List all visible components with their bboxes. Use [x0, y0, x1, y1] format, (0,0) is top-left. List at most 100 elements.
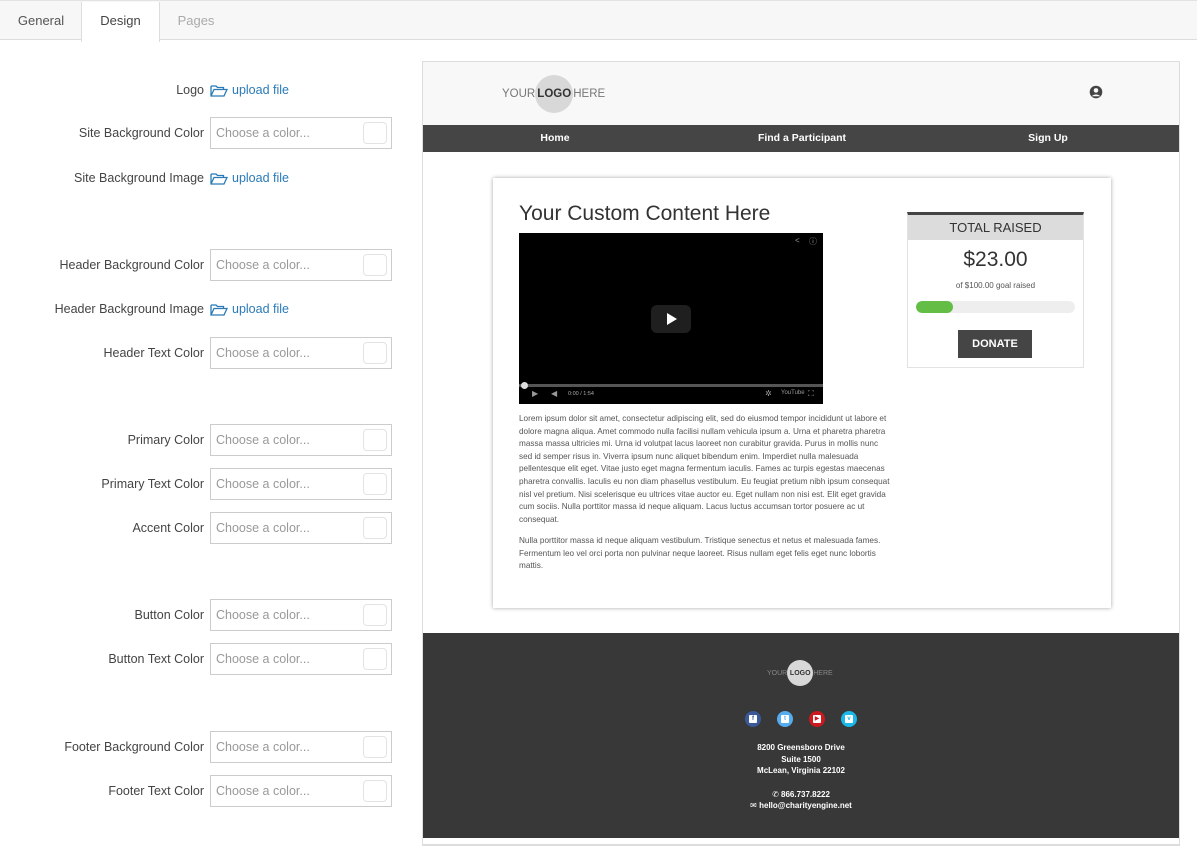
- preview-bottom-border: [422, 845, 1180, 846]
- primary-color-input[interactable]: [211, 425, 359, 455]
- header-bg-image-upload-link[interactable]: upload file: [210, 293, 289, 325]
- play-button[interactable]: [651, 305, 691, 333]
- accent-color-picker: [210, 512, 392, 544]
- header-bg-color-swatch[interactable]: [363, 254, 387, 276]
- footer-phone[interactable]: ✆ 866.737.8222: [423, 790, 1179, 799]
- button-text-color-input[interactable]: [211, 644, 359, 674]
- site-preview: YOUR LOGO HERE Home Find a Participant S…: [422, 61, 1180, 845]
- tab-bar: General Design Pages: [0, 0, 1197, 42]
- vimeo-icon[interactable]: v: [841, 711, 857, 727]
- primary-text-color-picker: [210, 468, 392, 500]
- preview-header: YOUR LOGO HERE: [423, 62, 1179, 125]
- header-bg-color-input[interactable]: [211, 250, 359, 280]
- play-icon[interactable]: ▶: [532, 389, 538, 398]
- header-text-color-row: Header Text Color: [0, 337, 400, 369]
- logo-label: Logo: [176, 83, 204, 97]
- logo-text-center: LOGO: [537, 88, 572, 100]
- header-bg-image-row: Header Background Image upload file: [0, 293, 400, 325]
- footer-bg-color-row: Footer Background Color: [0, 731, 400, 763]
- footer-text-color-label: Footer Text Color: [108, 784, 204, 798]
- logo-text-left: YOUR: [502, 88, 536, 100]
- tab-general[interactable]: General: [0, 2, 82, 41]
- volume-icon[interactable]: ◀: [551, 389, 557, 398]
- header-bg-image-upload-label: upload file: [232, 302, 289, 316]
- footer-text-color-swatch[interactable]: [363, 780, 387, 802]
- accent-color-label: Accent Color: [132, 521, 204, 535]
- donate-button[interactable]: DONATE: [958, 330, 1032, 358]
- header-text-color-picker: [210, 337, 392, 369]
- header-text-color-input[interactable]: [211, 338, 359, 368]
- accent-color-swatch[interactable]: [363, 517, 387, 539]
- fullscreen-icon[interactable]: ⛶: [808, 389, 814, 399]
- youtube-icon[interactable]: ▶: [809, 711, 825, 727]
- goal-progress-bar: [916, 301, 1075, 313]
- tab-pages[interactable]: Pages: [160, 2, 232, 41]
- site-bg-color-swatch[interactable]: [363, 122, 387, 144]
- logo-text-center: LOGO: [789, 669, 811, 677]
- footer-text-color-input[interactable]: [211, 776, 359, 806]
- button-color-row: Button Color: [0, 599, 400, 631]
- header-bg-image-label: Header Background Image: [54, 302, 204, 316]
- settings-icon[interactable]: ✲: [765, 389, 772, 398]
- footer-text-color-row: Footer Text Color: [0, 775, 400, 807]
- site-bg-image-upload-label: upload file: [232, 171, 289, 185]
- header-bg-color-picker: [210, 249, 392, 281]
- footer-email-address: hello@charityengine.net: [759, 801, 852, 810]
- header-text-color-label: Header Text Color: [103, 346, 204, 360]
- site-bg-color-picker: [210, 117, 392, 149]
- folder-open-icon: [210, 173, 229, 185]
- twitter-icon[interactable]: t: [777, 711, 793, 727]
- accent-color-input[interactable]: [211, 513, 359, 543]
- facebook-icon[interactable]: f: [745, 711, 761, 727]
- video-time: 0:00 / 1:54: [568, 391, 594, 397]
- primary-text-color-swatch[interactable]: [363, 473, 387, 495]
- footer-phone-number: 866.737.8222: [781, 790, 830, 799]
- folder-open-icon: [210, 304, 229, 316]
- button-text-color-row: Button Text Color: [0, 643, 400, 675]
- share-icon[interactable]: <: [795, 236, 800, 245]
- logo-upload-label: upload file: [232, 83, 289, 97]
- user-icon[interactable]: [1089, 85, 1103, 99]
- button-text-color-swatch[interactable]: [363, 648, 387, 670]
- site-bg-image-upload-link[interactable]: upload file: [210, 162, 289, 194]
- logo-text-left: YOUR: [767, 669, 788, 677]
- site-bg-image-label: Site Background Image: [74, 171, 204, 185]
- footer-bg-color-picker: [210, 731, 392, 763]
- primary-color-picker: [210, 424, 392, 456]
- folder-open-icon: [210, 85, 229, 97]
- button-color-picker: [210, 599, 392, 631]
- footer-bg-color-swatch[interactable]: [363, 736, 387, 758]
- site-bg-color-label: Site Background Color: [78, 126, 204, 140]
- header-text-color-swatch[interactable]: [363, 342, 387, 364]
- tab-design[interactable]: Design: [81, 2, 160, 42]
- header-bg-color-row: Header Background Color: [0, 249, 400, 281]
- footer-address-line-1: 8200 Greensboro Drive: [757, 743, 845, 752]
- video-player[interactable]: < ⓘ ▶ ◀ 0:00 / 1:54 ✲ YouTube ⛶: [519, 233, 823, 404]
- nav-home[interactable]: Home: [505, 125, 605, 152]
- envelope-icon: ✉: [750, 801, 757, 810]
- logo-text-right: HERE: [813, 669, 833, 677]
- logo-upload-link[interactable]: upload file: [210, 74, 289, 106]
- content-card: Your Custom Content Here < ⓘ ▶ ◀ 0:00 / …: [493, 178, 1111, 608]
- logo-text-right: HERE: [573, 88, 606, 100]
- button-color-label: Button Color: [134, 608, 204, 622]
- nav-sign-up[interactable]: Sign Up: [998, 125, 1098, 152]
- youtube-logo[interactable]: YouTube: [781, 390, 805, 396]
- footer-email[interactable]: ✉ hello@charityengine.net: [423, 801, 1179, 810]
- video-progress-bar[interactable]: [519, 384, 823, 387]
- nav-find-participant[interactable]: Find a Participant: [737, 125, 867, 152]
- primary-color-swatch[interactable]: [363, 429, 387, 451]
- video-scrubber[interactable]: [521, 382, 528, 389]
- info-icon[interactable]: ⓘ: [809, 236, 817, 247]
- logo-circle: LOGO: [787, 660, 814, 686]
- primary-color-label: Primary Color: [127, 433, 204, 447]
- total-raised-heading: TOTAL RAISED: [908, 215, 1083, 240]
- button-color-input[interactable]: [211, 600, 359, 630]
- footer-text-color-picker: [210, 775, 392, 807]
- fundraising-panel: TOTAL RAISED $23.00 of $100.00 goal rais…: [907, 212, 1084, 368]
- site-bg-color-input[interactable]: [211, 118, 359, 148]
- primary-text-color-input[interactable]: [211, 469, 359, 499]
- footer-bg-color-input[interactable]: [211, 732, 359, 762]
- button-color-swatch[interactable]: [363, 604, 387, 626]
- primary-color-row: Primary Color: [0, 424, 400, 456]
